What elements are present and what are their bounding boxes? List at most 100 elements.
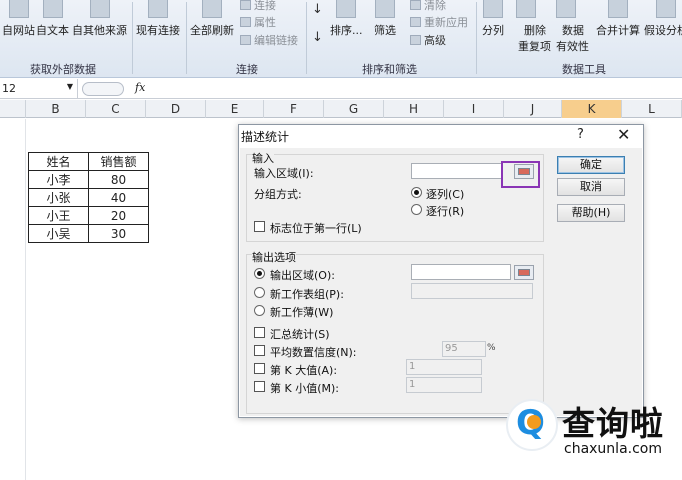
new-sheet-radio[interactable]: [254, 287, 265, 298]
existing-connections-button[interactable]: 现有连接: [136, 0, 180, 38]
kth-smallest-checkbox[interactable]: [254, 381, 265, 392]
table-row: 小李 80: [28, 170, 149, 189]
new-sheet-field[interactable]: [411, 283, 533, 299]
help-button[interactable]: 帮助(H): [557, 204, 625, 222]
output-range-radio[interactable]: [254, 268, 265, 279]
table-header-cell[interactable]: 销售额: [88, 152, 149, 171]
sort-button[interactable]: 排序...: [330, 0, 363, 38]
reapply-item[interactable]: 重新应用: [410, 14, 468, 30]
by-column-radio[interactable]: [411, 187, 422, 198]
dialog-title: 描述统计: [241, 130, 290, 144]
from-web-button[interactable]: 自网站: [2, 0, 35, 38]
column-header-selected[interactable]: K: [562, 100, 622, 118]
text-to-columns-button[interactable]: 分列: [482, 0, 504, 38]
sort-za-icon[interactable]: ↓: [312, 30, 323, 45]
dropdown-arrow-icon[interactable]: ▼: [67, 82, 73, 91]
ribbon-separator: [306, 2, 307, 74]
kth-largest-checkbox[interactable]: [254, 363, 265, 374]
summary-stats-checkbox[interactable]: [254, 327, 265, 338]
fx-icon[interactable]: fx: [135, 81, 145, 94]
split-icon: [483, 0, 503, 18]
output-section-label: 输出选项: [252, 249, 296, 265]
column-header[interactable]: G: [324, 100, 384, 118]
ok-button[interactable]: 确定: [557, 156, 625, 174]
table-row: 小张 40: [28, 188, 149, 207]
column-header[interactable]: L: [622, 100, 682, 118]
select-all-corner[interactable]: [0, 100, 26, 118]
column-header[interactable]: D: [146, 100, 206, 118]
formula-collapse-handle[interactable]: [82, 82, 124, 96]
close-icon[interactable]: ✕: [617, 125, 630, 144]
labels-first-row-checkbox[interactable]: [254, 221, 265, 232]
confidence-checkbox[interactable]: [254, 345, 265, 356]
confidence-label[interactable]: 平均数置信度(N):: [270, 344, 357, 360]
summary-stats-label[interactable]: 汇总统计(S): [270, 326, 330, 342]
web-icon: [8, 0, 29, 18]
table-cell[interactable]: 80: [88, 170, 149, 189]
labels-first-row-label[interactable]: 标志位于第一行(L): [270, 220, 362, 236]
properties-icon: [240, 17, 251, 27]
input-section-label: 输入: [252, 150, 274, 166]
kth-smallest-label[interactable]: 第 K 小值(M):: [270, 380, 339, 396]
formula-buttons: fx: [78, 79, 158, 99]
new-workbook-label[interactable]: 新工作薄(W): [270, 304, 333, 320]
clear-item[interactable]: 清除: [410, 0, 446, 13]
edit-links-item[interactable]: 编辑链接: [240, 32, 298, 48]
by-row-label[interactable]: 逐行(R): [426, 203, 464, 219]
column-headers: B C D E F G H I J K L: [0, 100, 682, 118]
help-icon[interactable]: ?: [577, 127, 584, 142]
confidence-field[interactable]: 95: [442, 341, 486, 357]
range-picker-icon: [518, 269, 530, 276]
output-range-picker-button[interactable]: [514, 265, 534, 280]
column-header[interactable]: F: [264, 100, 324, 118]
cancel-button[interactable]: 取消: [557, 178, 625, 196]
validation-icon: [556, 0, 576, 18]
by-row-radio[interactable]: [411, 204, 422, 215]
input-range-field[interactable]: [411, 163, 503, 179]
table-cell[interactable]: 小吴: [28, 224, 89, 243]
column-header[interactable]: C: [86, 100, 146, 118]
column-header[interactable]: J: [504, 100, 562, 118]
remove-duplicates-button[interactable]: 删除 重复项: [516, 0, 551, 53]
name-box[interactable]: 12 ▼: [0, 79, 78, 99]
sort-icon: [336, 0, 357, 18]
output-range-label[interactable]: 输出区域(O):: [270, 267, 335, 283]
column-header[interactable]: E: [206, 100, 264, 118]
column-header[interactable]: H: [384, 100, 444, 118]
text-file-icon: [42, 0, 63, 18]
new-sheet-label[interactable]: 新工作表组(P):: [270, 286, 344, 302]
table-cell[interactable]: 小张: [28, 188, 89, 207]
sort-az-icon[interactable]: ↓: [312, 2, 323, 17]
data-validation-button[interactable]: 数据 有效性: [556, 0, 589, 53]
filter-button[interactable]: 筛选: [374, 0, 396, 38]
by-column-label[interactable]: 逐列(C): [426, 186, 464, 202]
clear-icon: [410, 0, 421, 10]
descriptive-statistics-dialog: 描述统计 ? ✕ 输入 输入区域(I): 分组方式: 逐列(C) 逐行(R) 标…: [238, 124, 644, 418]
consolidate-button[interactable]: 合并计算: [596, 0, 640, 38]
remove-duplicates-icon: [516, 0, 536, 18]
connection-icon: [148, 0, 168, 18]
table-cell[interactable]: 20: [88, 206, 149, 225]
column-header[interactable]: I: [444, 100, 504, 118]
table-row: 小王 20: [28, 206, 149, 225]
output-range-field[interactable]: [411, 264, 511, 280]
reapply-icon: [410, 17, 421, 27]
refresh-all-button[interactable]: 全部刷新: [190, 0, 234, 38]
new-workbook-radio[interactable]: [254, 305, 265, 316]
connections-item[interactable]: 连接: [240, 0, 276, 13]
column-header[interactable]: B: [26, 100, 86, 118]
table-cell[interactable]: 40: [88, 188, 149, 207]
table-cell[interactable]: 30: [88, 224, 149, 243]
table-cell[interactable]: 小王: [28, 206, 89, 225]
properties-item[interactable]: 属性: [240, 14, 276, 30]
kth-smallest-field[interactable]: 1: [406, 377, 482, 393]
what-if-button[interactable]: 假设分析: [644, 0, 682, 38]
advanced-item[interactable]: 高级: [410, 32, 446, 48]
highlight-box: [501, 161, 540, 188]
from-other-sources-button[interactable]: 自其他来源: [72, 0, 127, 38]
table-cell[interactable]: 小李: [28, 170, 89, 189]
kth-largest-label[interactable]: 第 K 大值(A):: [270, 362, 337, 378]
table-header-cell[interactable]: 姓名: [28, 152, 89, 171]
kth-largest-field[interactable]: 1: [406, 359, 482, 375]
from-text-button[interactable]: 自文本: [36, 0, 69, 38]
